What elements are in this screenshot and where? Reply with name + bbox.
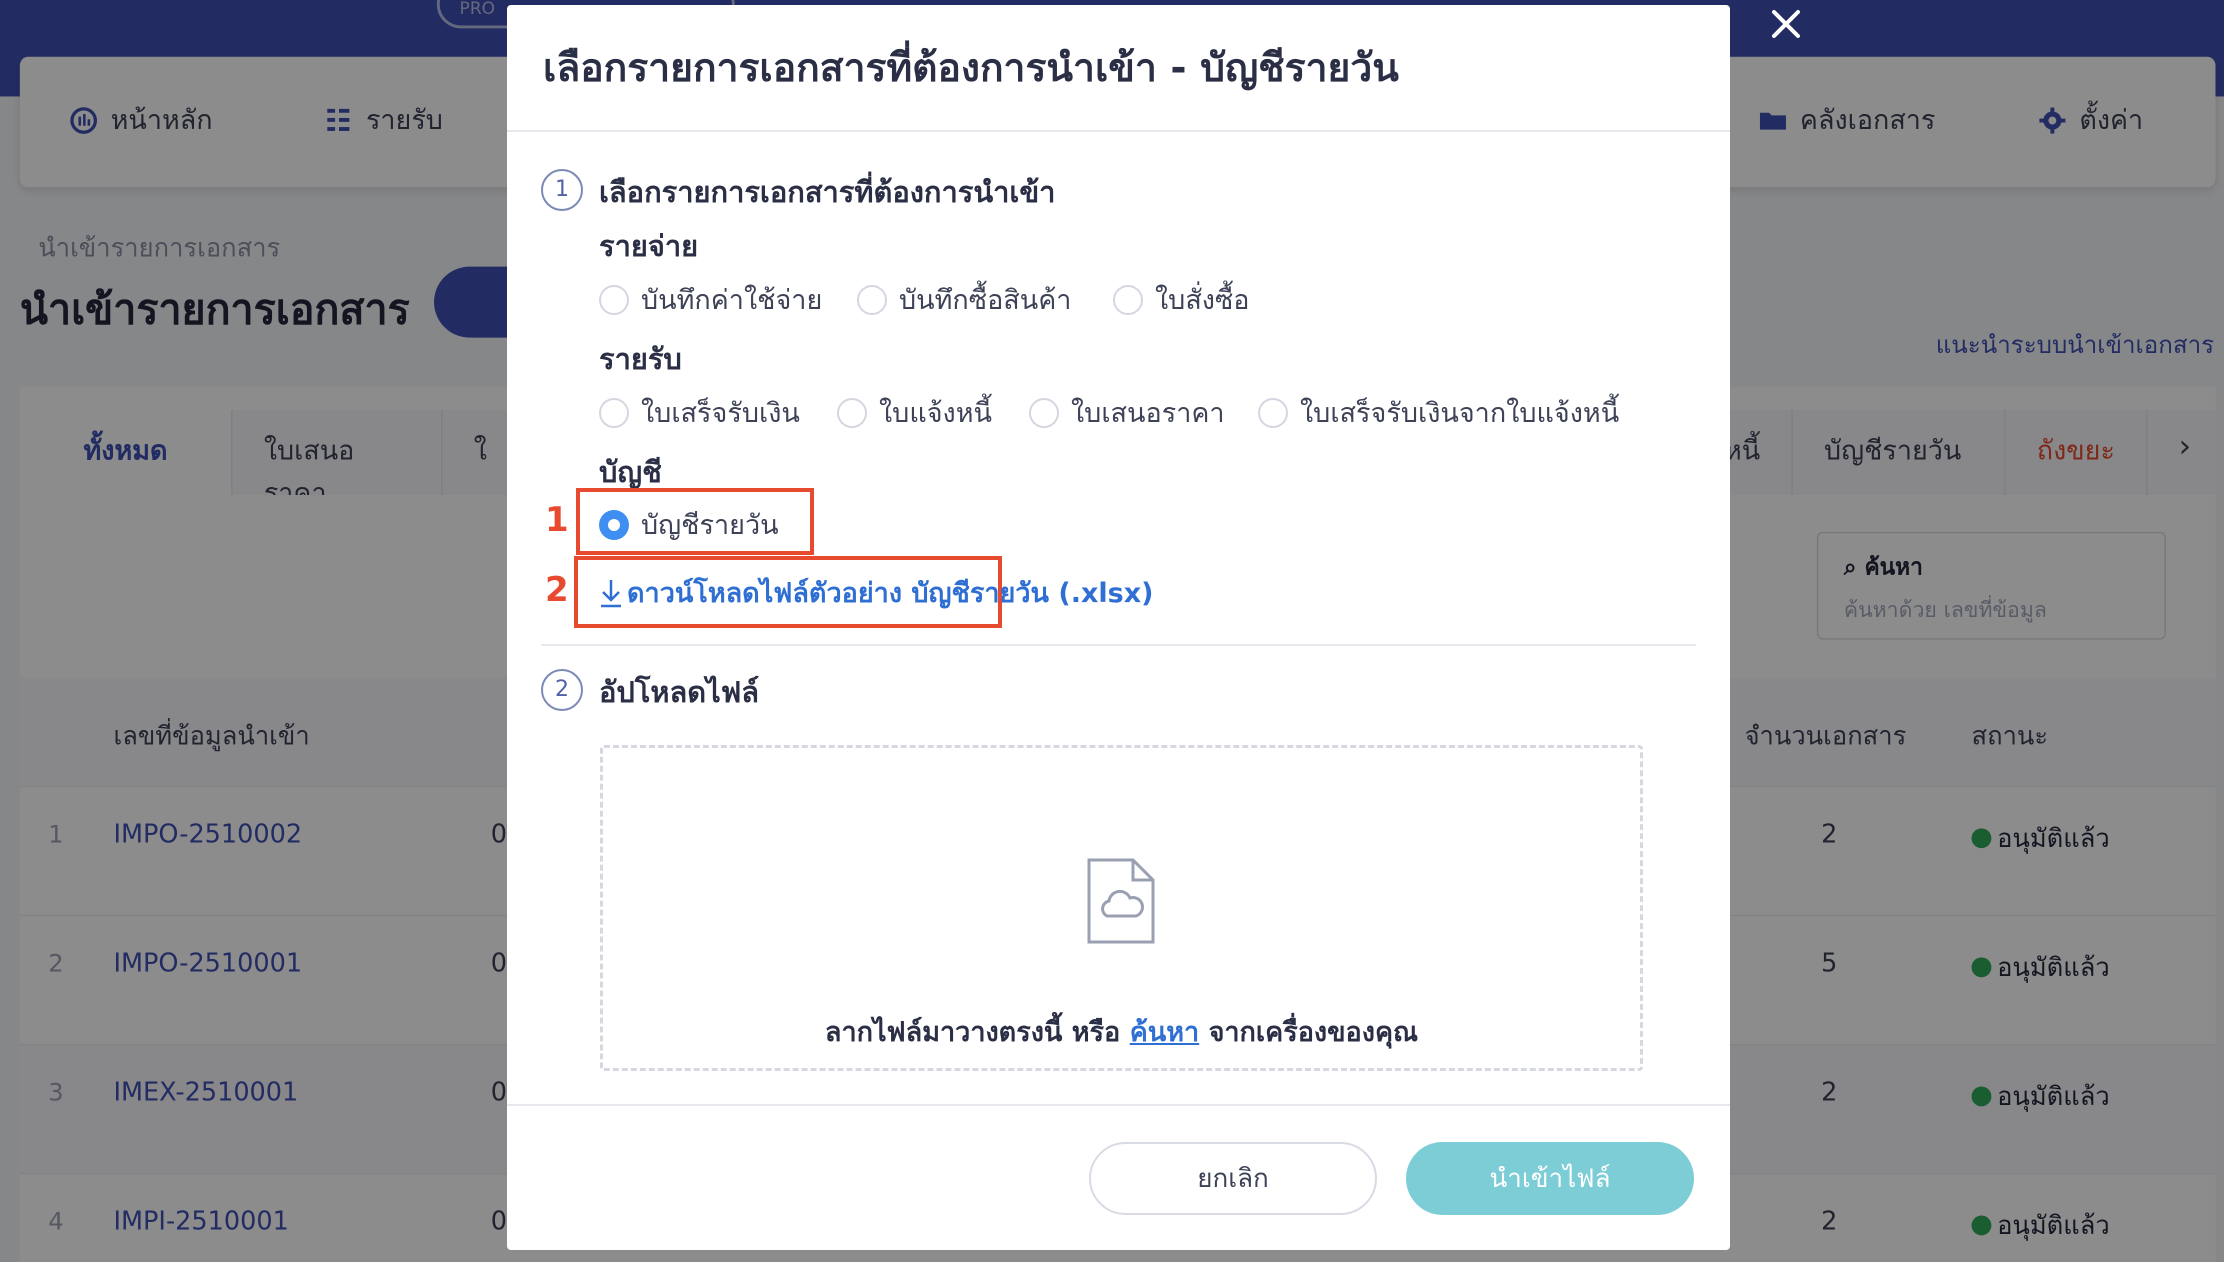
divider — [541, 644, 1696, 646]
radio-circle — [1113, 284, 1143, 315]
import-file-button[interactable]: นำเข้าไฟล์ — [1406, 1142, 1694, 1215]
download-icon — [601, 579, 621, 607]
radio-purchase-order[interactable]: ใบสั่งซื้อ — [1113, 278, 1250, 321]
step-1-badge: 1 — [541, 169, 583, 211]
file-dropzone[interactable]: ลากไฟล์มาวางตรงนี้ หรือ ค้นหา จากเครื่อง… — [600, 745, 1643, 1071]
dropzone-text: ลากไฟล์มาวางตรงนี้ หรือ ค้นหา จากเครื่อง… — [824, 1017, 1419, 1048]
radio-receipt-from-invoice[interactable]: ใบเสร็จรับเงินจากใบแจ้งหนี้ — [1258, 391, 1619, 434]
annotation-number-2: 2 — [545, 570, 569, 610]
radio-circle — [1029, 397, 1059, 428]
group-expense-label: รายจ่าย — [599, 229, 699, 263]
download-sample-link[interactable]: ดาวน์โหลดไฟล์ตัวอย่าง บัญชีรายวัน (.xlsx… — [599, 571, 1153, 614]
cancel-button[interactable]: ยกเลิก — [1089, 1142, 1377, 1215]
radio-circle — [857, 284, 887, 315]
group-income-label: รายรับ — [599, 342, 682, 376]
radio-circle — [599, 397, 629, 428]
close-icon[interactable] — [1766, 4, 1806, 44]
radio-label: ใบสั่งซื้อ — [1155, 285, 1250, 316]
radio-label: ใบเสร็จรับเงิน — [641, 398, 800, 429]
file-cloud-icon — [1087, 858, 1155, 944]
divider — [507, 130, 1730, 132]
radio-invoice[interactable]: ใบแจ้งหนี้ — [837, 391, 992, 434]
download-link-label: ดาวน์โหลดไฟล์ตัวอย่าง บัญชีรายวัน (.xlsx… — [627, 578, 1154, 609]
radio-quotation[interactable]: ใบเสนอราคา — [1029, 391, 1225, 434]
annotation-number-1: 1 — [545, 500, 569, 540]
radio-circle — [599, 284, 629, 315]
radio-label: ใบแจ้งหนี้ — [879, 398, 992, 429]
radio-label: ใบเสร็จรับเงินจากใบแจ้งหนี้ — [1300, 398, 1620, 429]
radio-circle — [1258, 397, 1288, 428]
radio-receipt[interactable]: ใบเสร็จรับเงิน — [599, 391, 800, 434]
modal-title: เลือกรายการเอกสารที่ต้องการนำเข้า - บัญช… — [543, 46, 1399, 91]
divider — [507, 1104, 1730, 1106]
browse-link[interactable]: ค้นหา — [1130, 1017, 1199, 1048]
radio-purchase-record[interactable]: บันทึกซื้อสินค้า — [857, 278, 1071, 321]
step-1-title: เลือกรายการเอกสารที่ต้องการนำเข้า — [599, 175, 1056, 209]
step-2-title: อัปโหลดไฟล์ — [599, 675, 760, 709]
step-2-badge: 2 — [541, 669, 583, 711]
highlight-box-1 — [576, 488, 814, 555]
radio-label: บันทึกค่าใช้จ่าย — [641, 285, 823, 316]
radio-expense-record[interactable]: บันทึกค่าใช้จ่าย — [599, 278, 822, 321]
radio-circle — [837, 397, 867, 428]
import-modal: เลือกรายการเอกสารที่ต้องการนำเข้า - บัญช… — [507, 5, 1730, 1250]
radio-label: ใบเสนอราคา — [1071, 398, 1225, 429]
radio-label: บันทึกซื้อสินค้า — [899, 285, 1072, 316]
